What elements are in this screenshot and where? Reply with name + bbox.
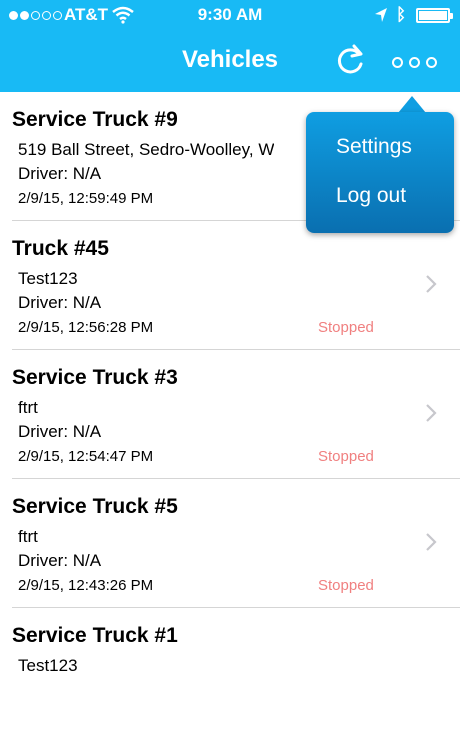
header: AT&T 9:30 AM ᛒ Vehicles [0, 0, 460, 92]
vehicle-status: Stopped [318, 448, 374, 465]
menu-item-log-out[interactable]: Log out [336, 184, 406, 208]
vehicle-row[interactable]: Service Truck #5 ftrt Driver: N/A 2/9/15… [0, 479, 460, 608]
bluetooth-icon: ᛒ [396, 5, 407, 24]
vehicle-name: Service Truck #5 [12, 495, 178, 518]
more-dots-icon [391, 56, 403, 68]
refresh-icon[interactable] [332, 42, 370, 80]
chevron-right-icon [426, 275, 437, 293]
vehicle-timestamp: 2/9/15, 12:56:28 PM [18, 319, 154, 336]
vehicle-timestamp: 2/9/15, 12:59:49 PM [18, 190, 154, 207]
vehicle-timestamp: 2/9/15, 12:43:26 PM [18, 577, 154, 594]
chevron-right-icon [426, 404, 437, 422]
vehicle-status: Stopped [318, 577, 374, 594]
vehicle-row[interactable]: Service Truck #3 ftrt Driver: N/A 2/9/15… [0, 350, 460, 479]
vehicle-driver: Driver: N/A [18, 422, 102, 441]
status-bar: AT&T 9:30 AM ᛒ [0, 0, 460, 30]
vehicle-name: Service Truck #1 [12, 624, 178, 647]
vehicle-address: Test123 [18, 269, 78, 288]
vehicle-name: Truck #45 [12, 237, 109, 260]
vehicle-driver: Driver: N/A [18, 551, 102, 570]
vehicle-timestamp: 2/9/15, 12:54:47 PM [18, 448, 154, 465]
vehicle-address: 519 Ball Street, Sedro-Woolley, W [18, 140, 275, 159]
vehicle-row[interactable]: Service Truck #1 Test123 [0, 608, 460, 737]
vehicle-driver: Driver: N/A [18, 164, 102, 183]
location-arrow-icon [375, 8, 387, 22]
vehicle-status: Stopped [318, 319, 374, 336]
vehicle-name: Service Truck #9 [12, 108, 178, 131]
more-options-button[interactable] [386, 50, 442, 74]
vehicle-address: ftrt [18, 398, 38, 417]
vehicle-name: Service Truck #3 [12, 366, 178, 389]
menu-item-settings[interactable]: Settings [336, 135, 412, 159]
vehicle-address: ftrt [18, 527, 38, 546]
options-menu: Settings Log out [306, 112, 454, 233]
vehicle-driver: Driver: N/A [18, 293, 102, 312]
vehicle-address: Test123 [18, 656, 78, 675]
menu-caret [398, 96, 426, 113]
vehicle-row[interactable]: Truck #45 Test123 Driver: N/A 2/9/15, 12… [0, 221, 460, 350]
clock: 9:30 AM [197, 5, 263, 24]
battery-icon [416, 8, 453, 23]
chevron-right-icon [426, 533, 437, 551]
